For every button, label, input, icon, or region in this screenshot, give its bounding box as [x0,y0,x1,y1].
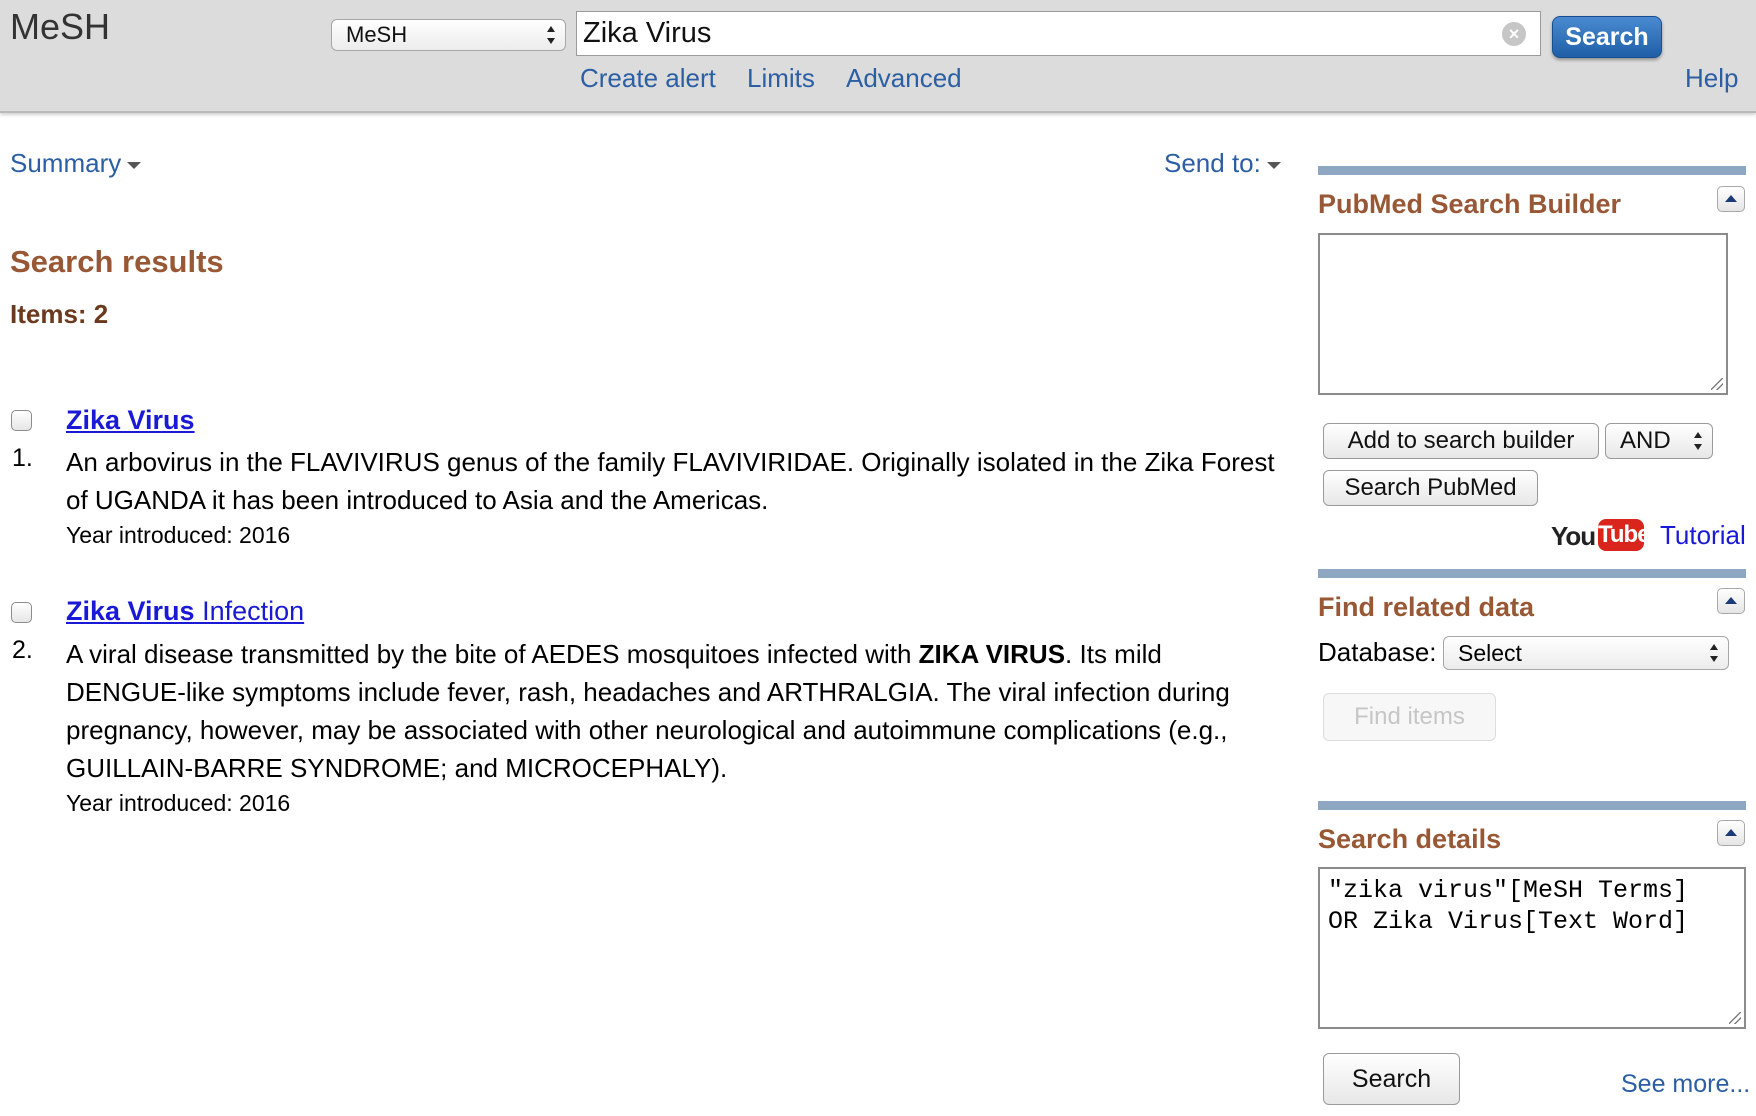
result-title-link-2[interactable]: Zika Virus Infection [66,596,304,627]
result-title-link-1[interactable]: Zika Virus [66,405,195,436]
result-checkbox-1[interactable] [11,410,32,431]
collapse-arrow-icon[interactable] [1717,588,1745,614]
send-to-label: Send to: [1164,148,1261,178]
chevron-down-icon [1266,161,1281,169]
select-arrows-icon [1694,432,1702,450]
add-to-builder-button[interactable]: Add to search builder [1323,423,1599,459]
summary-label: Summary [10,148,122,178]
builder-title: PubMed Search Builder [1318,189,1622,219]
find-items-button[interactable]: Find items [1323,693,1496,741]
database-label: Database: [1318,637,1437,667]
description-bold: ZIKA VIRUS [918,639,1066,669]
youtube-you-text: You [1551,521,1596,551]
search-box[interactable]: × [576,11,1541,56]
result-description-2: A viral disease transmitted by the bite … [66,635,1286,787]
result-number-1: 1. [12,444,33,472]
result-checkbox-2[interactable] [11,602,32,623]
related-database-value: Select [1458,640,1522,666]
result-title-rest: Infection [194,596,305,626]
database-select-value: MeSH [346,22,408,47]
builder-section-bar [1318,166,1746,175]
limits-link[interactable]: Limits [747,63,815,94]
database-select[interactable]: MeSH [331,19,566,51]
result-year-1: Year introduced: 2016 [66,522,291,548]
related-database-select[interactable]: Select [1443,636,1729,670]
search-button[interactable]: Search [1552,16,1662,58]
send-to-dropdown[interactable]: Send to: [1164,148,1281,179]
resize-grip-icon[interactable] [1729,1012,1741,1024]
details-search-button[interactable]: Search [1323,1053,1460,1105]
header-bar: MeSH MeSH × Search Create alert Limits A… [0,0,1756,113]
search-pubmed-button[interactable]: Search PubMed [1323,470,1538,506]
items-count: Items: 2 [10,299,109,329]
operator-select[interactable]: AND [1605,423,1713,459]
create-alert-link[interactable]: Create alert [580,63,716,94]
related-section-bar [1318,569,1746,578]
details-textarea[interactable]: "zika virus"[MeSH Terms] OR Zika Virus[T… [1318,867,1746,1029]
result-year-2: Year introduced: 2016 [66,790,291,816]
related-title: Find related data [1318,592,1535,622]
summary-dropdown[interactable]: Summary [10,148,142,179]
search-input[interactable] [583,16,1483,50]
resize-grip-icon[interactable] [1711,378,1723,390]
select-arrows-icon [1710,644,1718,662]
description-part-1: A viral disease transmitted by the bite … [66,639,919,669]
result-title-bold: Zika Virus [66,596,195,626]
tutorial-link[interactable]: Tutorial [1660,520,1746,551]
collapse-arrow-icon[interactable] [1717,820,1745,846]
advanced-link[interactable]: Advanced [846,63,962,94]
details-section-bar [1318,801,1746,810]
app-title[interactable]: MeSH [10,6,110,48]
youtube-tube-text: Tube [1598,519,1651,551]
details-title: Search details [1318,824,1502,854]
select-arrows-icon [547,26,555,44]
result-number-2: 2. [12,636,33,664]
clear-icon[interactable]: × [1502,22,1526,46]
chevron-down-icon [127,161,142,169]
details-query: "zika virus"[MeSH Terms] OR Zika Virus[T… [1328,876,1689,936]
operator-value: AND [1620,427,1671,454]
help-link[interactable]: Help [1685,63,1738,94]
results-heading: Search results [10,244,224,279]
collapse-arrow-icon[interactable] [1717,186,1745,212]
see-more-link[interactable]: See more... [1621,1070,1750,1099]
builder-textarea[interactable] [1318,233,1728,395]
result-description-1: An arbovirus in the FLAVIVIRUS genus of … [66,447,1275,515]
